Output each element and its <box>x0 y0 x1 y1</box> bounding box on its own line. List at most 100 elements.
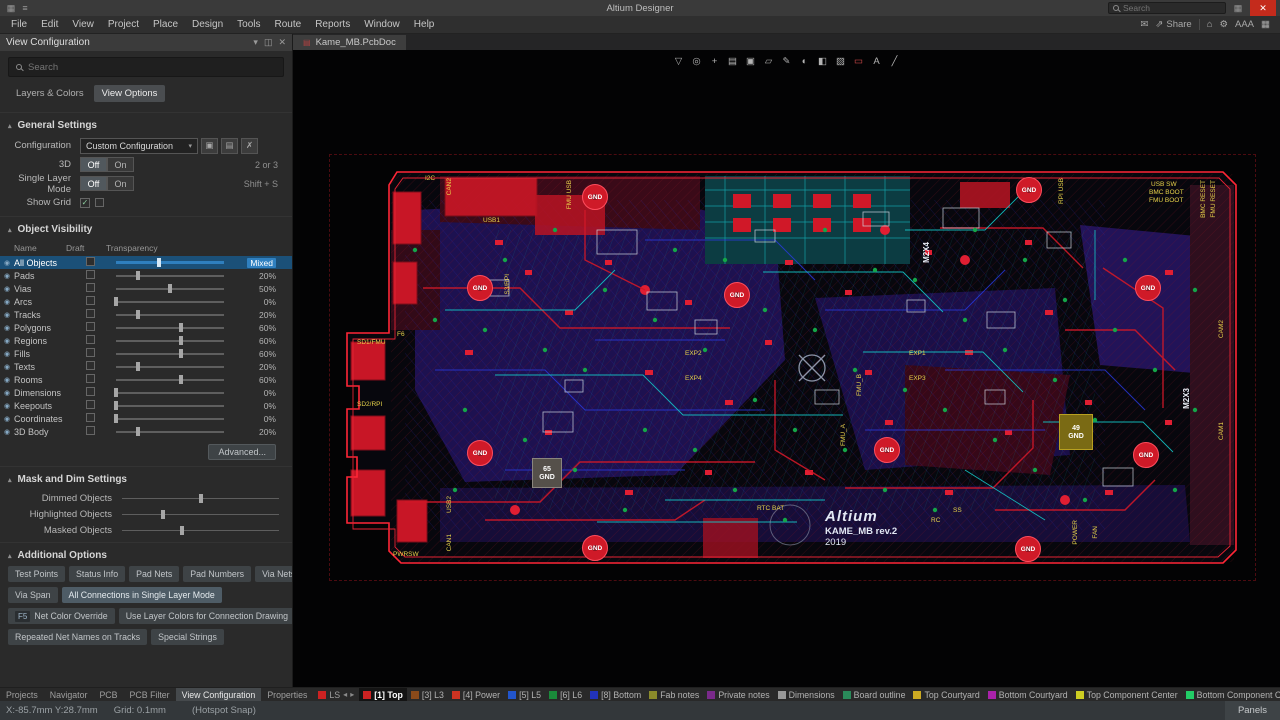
layer-tab-l5[interactable]: [5] L5 <box>504 688 545 701</box>
image-icon[interactable]: ▨ <box>832 54 849 69</box>
layer-tab-top-component-center[interactable]: Top Component Center <box>1072 688 1182 701</box>
panel-close-icon[interactable]: ✕ <box>278 37 286 48</box>
contrast-icon[interactable]: ◐ <box>796 54 813 69</box>
scroll-left-icon[interactable]: ◂ <box>343 690 347 699</box>
transparency-slider[interactable] <box>116 296 224 307</box>
draft-checkbox[interactable] <box>86 283 95 292</box>
config-delete-button[interactable]: ✗ <box>241 138 258 154</box>
status-info-button[interactable]: Status Info <box>69 566 125 582</box>
visibility-row-all-objects[interactable]: ◉ All Objects Mixed <box>0 256 292 269</box>
draft-checkbox[interactable] <box>86 374 95 383</box>
visibility-row-polygons[interactable]: ◉ Polygons 60% <box>0 321 292 334</box>
section-mask-dim[interactable]: ▴ Mask and Dim Settings <box>0 466 292 490</box>
net-color-override-button[interactable]: F5Net Color Override <box>8 608 115 624</box>
transparency-slider[interactable] <box>116 426 224 437</box>
draft-checkbox[interactable] <box>86 400 95 409</box>
repeated-net-names-button[interactable]: Repeated Net Names on Tracks <box>8 629 147 645</box>
select-icon[interactable]: ◎ <box>688 54 705 69</box>
eye-icon[interactable]: ◉ <box>0 415 14 423</box>
draft-checkbox[interactable] <box>86 335 95 344</box>
document-tab[interactable]: ▤ Kame_MB.PcbDoc <box>293 35 406 50</box>
panel-search-input[interactable] <box>28 62 258 73</box>
tab-view-options[interactable]: View Options <box>94 85 166 102</box>
show-grid-checkbox[interactable]: ✓ <box>80 198 90 208</box>
eye-icon[interactable]: ◉ <box>0 337 14 345</box>
workspace-icon[interactable]: ▦ <box>1230 3 1246 14</box>
panel-dropdown-icon[interactable]: ▾ <box>253 37 258 48</box>
eye-icon[interactable]: ◉ <box>0 350 14 358</box>
menu-file[interactable]: File <box>4 19 34 30</box>
grid-options-box[interactable] <box>95 198 104 207</box>
panel-tab-view-configuration[interactable]: View Configuration <box>176 688 262 701</box>
draft-checkbox[interactable] <box>86 387 95 396</box>
panel-tab-pcb[interactable]: PCB <box>93 688 123 701</box>
menu-tools[interactable]: Tools <box>230 19 267 30</box>
visibility-row-keepouts[interactable]: ◉ Keepouts 0% <box>0 399 292 412</box>
pad-icon[interactable]: ▣ <box>742 54 759 69</box>
draft-checkbox[interactable] <box>86 322 95 331</box>
menu-icon[interactable]: ≡ <box>18 3 32 13</box>
scroll-right-icon[interactable]: ▸ <box>350 690 354 699</box>
eye-icon[interactable]: ◉ <box>0 428 14 436</box>
all-connections-button[interactable]: All Connections in Single Layer Mode <box>62 587 222 603</box>
single-layer-on-button[interactable]: On <box>107 176 134 191</box>
mask-icon[interactable]: ◧ <box>814 54 831 69</box>
layer-tab-dimensions[interactable]: Dimensions <box>774 688 839 701</box>
grid-icon[interactable]: ▦ <box>1261 19 1270 30</box>
eye-icon[interactable]: ◉ <box>0 259 14 267</box>
menu-place[interactable]: Place <box>146 19 185 30</box>
panel-tab-projects[interactable]: Projects <box>0 688 44 701</box>
gear-icon[interactable]: ⚙ <box>1219 19 1228 30</box>
transparency-slider[interactable] <box>116 400 224 411</box>
visibility-row-arcs[interactable]: ◉ Arcs 0% <box>0 295 292 308</box>
pcb-canvas[interactable]: ▽ ◎ + ▤ ▣ ▱ ✎ ◐ ◧ ▨ ▭ A ╱ <box>293 50 1280 687</box>
layer-tab-private-notes[interactable]: Private notes <box>703 688 773 701</box>
section-additional-options[interactable]: ▴ Additional Options <box>0 542 292 566</box>
dimmed-objects-slider[interactable] <box>122 493 279 504</box>
layer-tab-top[interactable]: [1] Top <box>359 688 407 701</box>
threed-on-button[interactable]: On <box>107 157 134 172</box>
visibility-row-vias[interactable]: ◉ Vias 50% <box>0 282 292 295</box>
section-general-settings[interactable]: ▴ General Settings <box>0 112 292 136</box>
visibility-row-dimensions[interactable]: ◉ Dimensions 0% <box>0 386 292 399</box>
special-strings-button[interactable]: Special Strings <box>151 629 224 645</box>
pad-nets-button[interactable]: Pad Nets <box>129 566 179 582</box>
layer-tab-fab-notes[interactable]: Fab notes <box>645 688 703 701</box>
home-icon[interactable]: ⌂ <box>1207 19 1213 30</box>
transparency-slider[interactable] <box>116 361 224 372</box>
draft-checkbox[interactable] <box>86 309 95 318</box>
menu-route[interactable]: Route <box>268 19 309 30</box>
region-icon[interactable]: ▭ <box>850 54 867 69</box>
draw-icon[interactable]: ✎ <box>778 54 795 69</box>
eye-icon[interactable]: ◉ <box>0 402 14 410</box>
transparency-slider[interactable] <box>116 387 224 398</box>
configuration-select[interactable]: Custom Configuration ▾ <box>80 138 198 154</box>
highlighted-objects-slider[interactable] <box>122 509 279 520</box>
tab-layers-colors[interactable]: Layers & Colors <box>8 85 92 102</box>
eye-icon[interactable]: ◉ <box>0 272 14 280</box>
eye-icon[interactable]: ◉ <box>0 298 14 306</box>
menu-window[interactable]: Window <box>357 19 407 30</box>
measure-icon[interactable]: ▱ <box>760 54 777 69</box>
menu-edit[interactable]: Edit <box>34 19 65 30</box>
section-object-visibility[interactable]: ▴ Object Visibility <box>0 216 292 240</box>
panel-tab-pcb-filter[interactable]: PCB Filter <box>124 688 176 701</box>
draft-checkbox[interactable] <box>86 348 95 357</box>
via-nets-button[interactable]: Via Nets <box>255 566 293 582</box>
global-search[interactable] <box>1108 2 1226 14</box>
visibility-row-texts[interactable]: ◉ Texts 20% <box>0 360 292 373</box>
layer-tab-l6[interactable]: [6] L6 <box>545 688 586 701</box>
draft-checkbox[interactable] <box>86 413 95 422</box>
pin-icon[interactable]: ◫ <box>264 37 273 48</box>
config-open-button[interactable]: ▣ <box>201 138 218 154</box>
layer-tab-board-outline[interactable]: Board outline <box>839 688 910 701</box>
transparency-slider[interactable] <box>116 270 224 281</box>
layer-set-selector[interactable]: LS ◂ ▸ <box>313 688 359 701</box>
visibility-row-tracks[interactable]: ◉ Tracks 20% <box>0 308 292 321</box>
eye-icon[interactable]: ◉ <box>0 311 14 319</box>
draft-checkbox[interactable] <box>86 270 95 279</box>
transparency-slider[interactable] <box>116 374 224 385</box>
draft-checkbox[interactable] <box>86 257 95 266</box>
filter-icon[interactable]: ▽ <box>670 54 687 69</box>
test-points-button[interactable]: Test Points <box>8 566 65 582</box>
